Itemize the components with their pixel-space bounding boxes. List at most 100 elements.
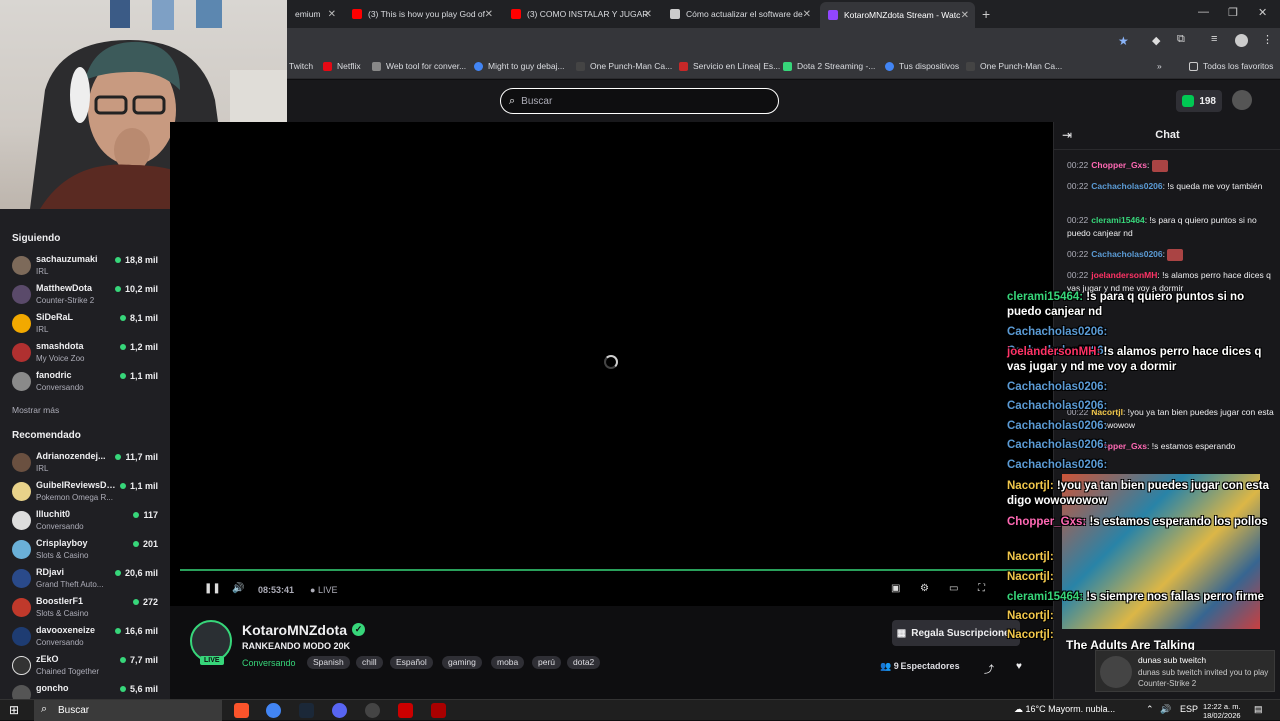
sidebar-channel[interactable]: smashdota My Voice Zoo 1,2 mil	[0, 339, 170, 368]
star-icon[interactable]: ★	[1118, 34, 1129, 48]
browser-tab[interactable]: emium ✕	[287, 4, 342, 24]
viewer-count-text: 10,2 mil	[124, 284, 158, 294]
clock-time[interactable]: 12:22 a. m.	[1203, 702, 1241, 711]
viewer-count: 1,1 mil	[119, 371, 158, 381]
show-more-link[interactable]: Mostrar más	[12, 405, 59, 415]
language-indicator[interactable]: ESP	[1180, 704, 1198, 714]
chat-user[interactable]: Cachacholas0206	[1091, 249, 1162, 259]
stream-tag[interactable]: Spanish	[307, 656, 350, 669]
dota-icon[interactable]	[431, 703, 446, 718]
windows-notification[interactable]: dunas sub tweitch dunas sub tweitch invi…	[1095, 650, 1275, 692]
sidebar-channel[interactable]: GuibelReviewsDi... Pokemon Omega R... 1,…	[0, 478, 170, 507]
bookmark[interactable]: Servicio en Línea| Es...	[679, 61, 780, 71]
chat-user[interactable]: clerami15464	[1091, 215, 1144, 225]
player-time: 08:53:41	[258, 585, 295, 595]
close-icon[interactable]: ✕	[644, 9, 652, 20]
dota-icon[interactable]	[398, 703, 413, 718]
bookmark[interactable]: Twitch	[289, 61, 313, 71]
sidebar-channel[interactable]: davooxeneize Conversando 16,6 mil	[0, 623, 170, 652]
steam-icon[interactable]	[299, 703, 314, 718]
chat-user[interactable]: joelandersonMH	[1091, 270, 1157, 280]
media-icon[interactable]: ≡	[1211, 33, 1217, 45]
stream-tag[interactable]: perú	[532, 656, 562, 669]
clip-icon[interactable]: ▣	[891, 583, 900, 594]
chat-user[interactable]: Cachacholas0206	[1091, 181, 1162, 191]
browser-tab-active[interactable]: KotaroMNZdota Stream - Watc ✕	[820, 2, 975, 28]
bookmark[interactable]: Might to guy debaj...	[474, 61, 565, 71]
discord-icon[interactable]	[332, 703, 347, 718]
close-icon[interactable]: ✕	[803, 9, 811, 20]
new-tab-icon[interactable]: +	[982, 6, 990, 22]
bookmark[interactable]: Web tool for conver...	[372, 61, 466, 71]
bookmark[interactable]: Netflix	[323, 61, 361, 71]
follow-icon[interactable]: ♥	[1016, 661, 1022, 672]
sidebar-channel[interactable]: goncho 5,6 mil	[0, 681, 170, 699]
emote-icon	[1167, 248, 1184, 261]
bookmark-folder[interactable]: Todos los favoritos	[1189, 61, 1273, 71]
volume-icon[interactable]: 🔊	[232, 583, 244, 594]
loading-spinner-icon	[604, 355, 618, 369]
browser-tab[interactable]: Cómo actualizar el software de ✕	[662, 4, 817, 24]
sidebar-channel[interactable]: Illuchit0 Conversando 117	[0, 507, 170, 536]
weather[interactable]: ☁ 16°C Mayorm. nubla...	[1014, 704, 1115, 715]
stream-category[interactable]: Conversando	[242, 658, 296, 668]
progress-bar[interactable]	[180, 569, 1043, 571]
settings-icon[interactable]: ⚙	[920, 583, 929, 594]
pause-icon[interactable]: ❚❚	[204, 583, 221, 594]
stream-tag[interactable]: dota2	[567, 656, 601, 669]
fullscreen-icon[interactable]: ⛶	[978, 583, 985, 594]
windows-start-icon[interactable]: ⊞	[9, 703, 19, 717]
overlay-user: Cachacholas0206:	[1007, 420, 1108, 432]
stream-tag[interactable]: chill	[356, 656, 383, 669]
sidebar-channel[interactable]: BoostlerF1 Slots & Casino 272	[0, 594, 170, 623]
chrome-icon[interactable]	[266, 703, 281, 718]
bookmark[interactable]: One Punch-Man Ca...	[966, 61, 1062, 71]
close-icon[interactable]: ✕	[328, 9, 336, 20]
sidebar-channel[interactable]: sachauzumaki IRL 18,8 mil	[0, 252, 170, 281]
video-player[interactable]: ❚❚ 🔊 08:53:41 ● LIVE ▣ ⚙ ▭ ⛶	[170, 122, 1053, 606]
taskbar-search[interactable]: ⌕ Buscar	[34, 700, 222, 721]
sidebar-channel[interactable]: MatthewDota Counter-Strike 2 10,2 mil	[0, 281, 170, 310]
browser-tab[interactable]: (3) This is how you play God of ✕	[344, 4, 499, 24]
user-avatar[interactable]	[1232, 90, 1252, 110]
channel-points-button[interactable]: 198	[1176, 90, 1222, 112]
sidebar-channel[interactable]: SiDeRaL IRL 8,1 mil	[0, 310, 170, 339]
clock-date[interactable]: 18/02/2026	[1203, 711, 1241, 720]
theatre-mode-icon[interactable]: ▭	[949, 583, 958, 594]
sidebar-channel[interactable]: Crisplayboy Slots & Casino 201	[0, 536, 170, 565]
viewer-count: 18,8 mil	[114, 255, 158, 265]
puzzle-icon[interactable]: ⧉	[1177, 33, 1185, 46]
bookmark[interactable]: Tus dispositivos	[885, 61, 959, 71]
streamer-name[interactable]: KotaroMNZdota	[242, 622, 347, 638]
window-close-icon[interactable]: ✕	[1258, 6, 1267, 19]
chat-user[interactable]: Chopper_Gxs	[1091, 160, 1147, 170]
manga-icon	[966, 61, 975, 71]
sidebar-channel[interactable]: zEkO Chained Together 7,7 mil	[0, 652, 170, 681]
notifications-icon[interactable]: ▤	[1254, 704, 1263, 715]
minimize-icon[interactable]: —	[1198, 6, 1209, 18]
gift-sub-button[interactable]: ▦ Regala Suscripciones	[892, 620, 1020, 646]
brave-icon[interactable]	[234, 703, 249, 718]
close-icon[interactable]: ✕	[961, 10, 969, 21]
avatar	[12, 569, 31, 588]
stream-tag[interactable]: moba	[491, 656, 525, 669]
bookmark[interactable]: Dota 2 Streaming -...	[783, 61, 875, 71]
chevron-right-icon[interactable]: »	[1157, 61, 1162, 71]
share-icon[interactable]: ⤴	[984, 661, 994, 676]
app-icon[interactable]	[365, 703, 380, 718]
sidebar-channel[interactable]: RDjavi Grand Theft Auto... 20,6 mil	[0, 565, 170, 594]
stream-tag[interactable]: Español	[390, 656, 433, 669]
close-icon[interactable]: ✕	[485, 9, 493, 20]
stream-tag[interactable]: gaming	[442, 656, 482, 669]
bookmark[interactable]: One Punch-Man Ca...	[576, 61, 672, 71]
profile-icon[interactable]	[1235, 34, 1248, 47]
restore-icon[interactable]: ❐	[1228, 6, 1238, 19]
volume-icon[interactable]: 🔊	[1160, 704, 1171, 715]
search-input[interactable]: ⌕ Buscar	[500, 88, 779, 114]
extension-icon[interactable]: ◆	[1152, 34, 1160, 47]
sidebar-channel[interactable]: fanodric Conversando 1,1 mil	[0, 368, 170, 397]
browser-tab[interactable]: (3) COMO INSTALAR Y JUGAR ✕	[503, 4, 658, 24]
menu-icon[interactable]: ⋮	[1262, 33, 1273, 46]
sidebar-channel[interactable]: Adrianozendej... IRL 11,7 mil	[0, 449, 170, 478]
tray-chevron-icon[interactable]: ⌃	[1146, 704, 1154, 715]
